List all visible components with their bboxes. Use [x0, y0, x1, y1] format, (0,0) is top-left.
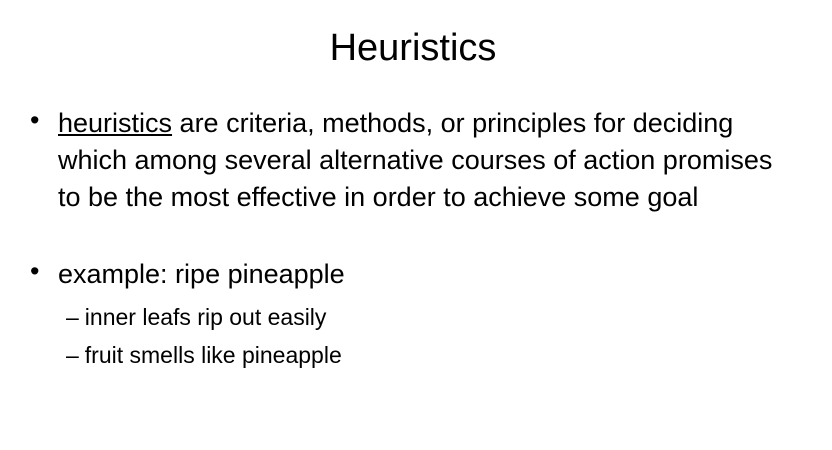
bullet-marker: • — [30, 105, 40, 135]
slide: Heuristics • heuristics are criteria, me… — [0, 0, 832, 450]
bullet-text: heuristics are criteria, methods, or pri… — [58, 105, 800, 216]
sub-bullet-marker: – — [66, 342, 79, 368]
sub-bullet-leafs: – inner leafs rip out easily — [66, 302, 326, 332]
sub-bullet-smell: – fruit smells like pineapple — [66, 340, 342, 370]
bullet-marker: • — [30, 256, 40, 286]
bullet-text: example: ripe pineapple — [58, 259, 345, 289]
bullet-example: • example: ripe pineapple — [30, 256, 800, 293]
slide-title: Heuristics — [329, 27, 497, 69]
sub-bullet-text: fruit smells like pineapple — [84, 342, 342, 368]
heuristics-term: heuristics — [58, 108, 173, 138]
sub-bullet-text: inner leafs rip out easily — [84, 304, 327, 330]
bullet-definition: • heuristics are criteria, methods, or p… — [30, 105, 800, 216]
sub-bullet-marker: – — [66, 304, 79, 330]
